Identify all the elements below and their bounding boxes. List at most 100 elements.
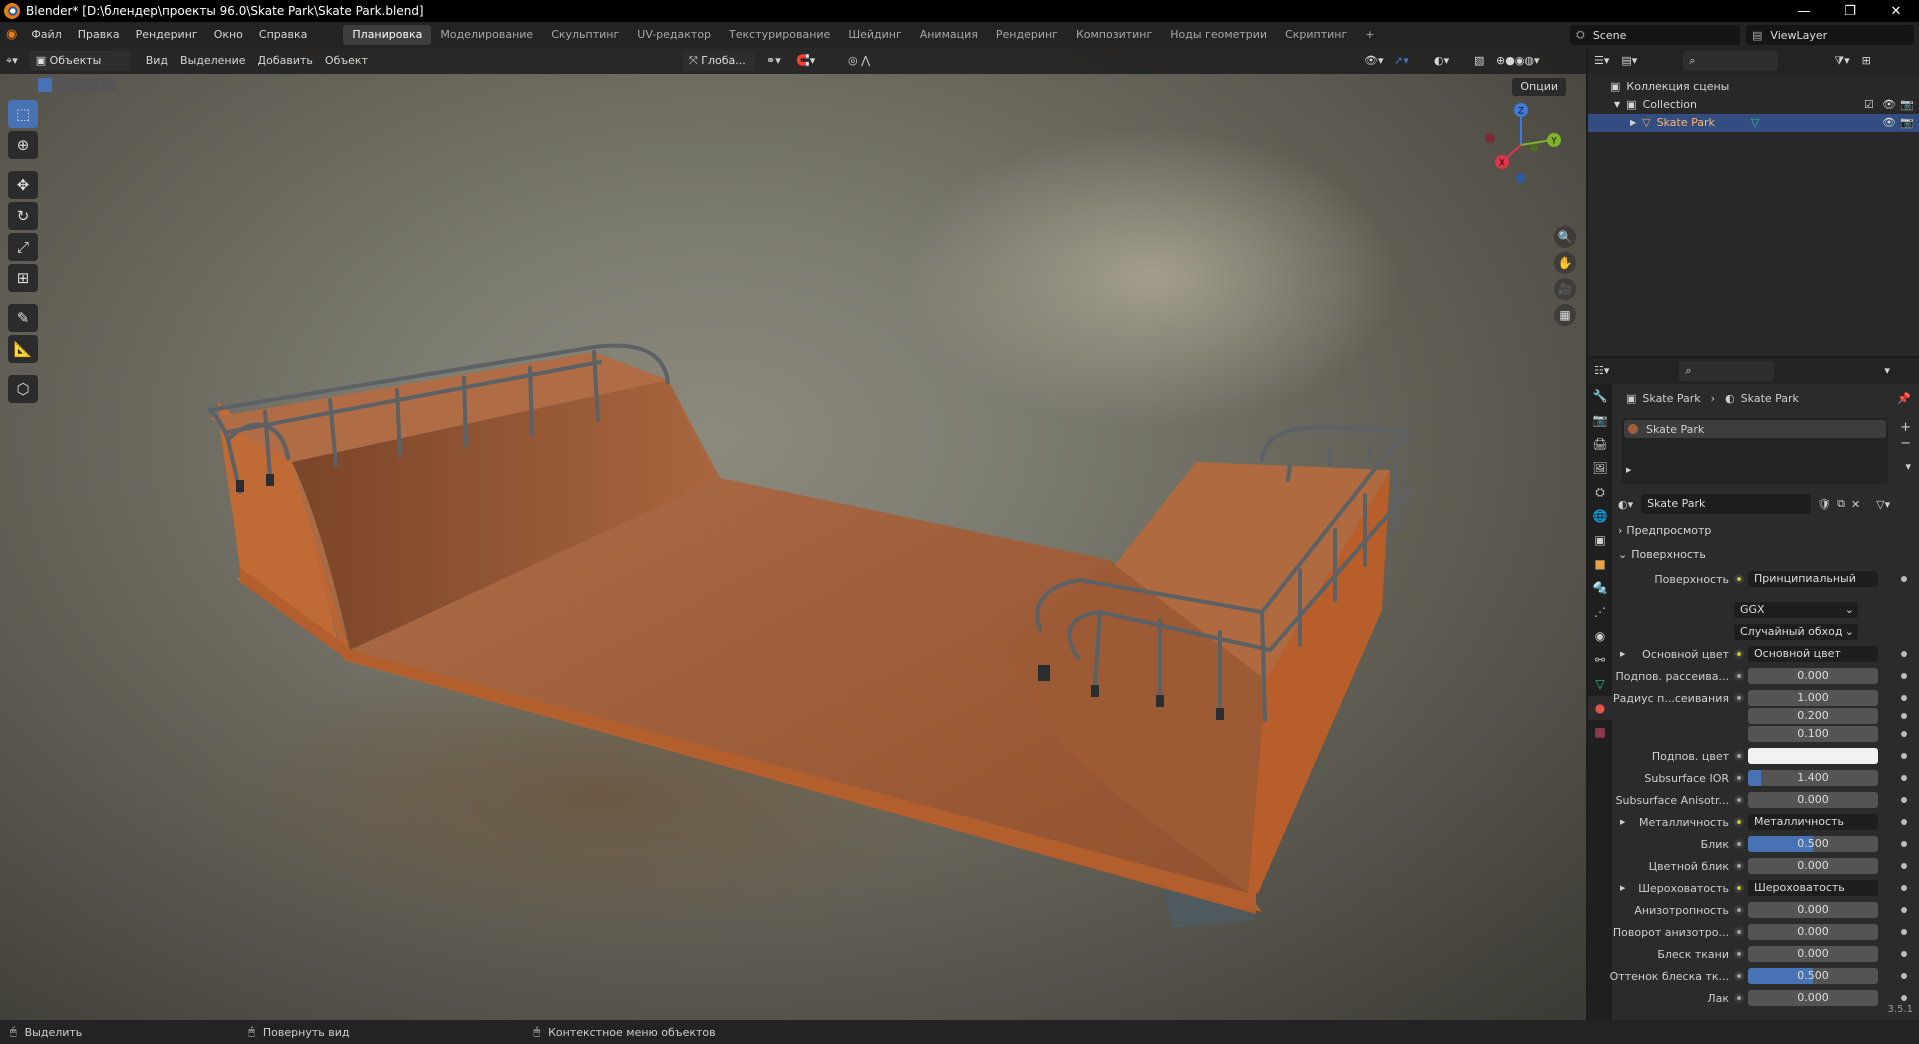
menu-edit[interactable]: Правка <box>70 25 128 45</box>
keyframe-dot-icon[interactable] <box>1901 907 1907 913</box>
new-collection-icon[interactable]: ⊞ <box>1856 51 1877 71</box>
close-button[interactable]: ✕ <box>1873 0 1919 22</box>
filter-icon[interactable]: ⧩▾ <box>1828 51 1855 71</box>
socket-link-icon[interactable] <box>1734 795 1744 805</box>
scene-selector[interactable]: ⛭ Scene <box>1570 25 1740 45</box>
dropdown-field[interactable]: Металличность <box>1748 814 1878 830</box>
color-swatch[interactable] <box>1748 748 1878 764</box>
object-visibility-icon[interactable]: 👁 <box>1882 114 1896 132</box>
keyframe-dot-icon[interactable] <box>1901 753 1907 759</box>
pan-hand-icon[interactable]: ✋ <box>1554 252 1576 274</box>
object-tab-icon[interactable]: ■ <box>1588 552 1612 576</box>
menu-help[interactable]: Справка <box>251 25 315 45</box>
proportional-edit-icon[interactable]: ◎ ⋀ <box>842 51 876 71</box>
number-slider[interactable]: 0.100 <box>1748 726 1878 742</box>
outliner-editor-type-icon[interactable]: ☰▾ <box>1588 51 1615 71</box>
socket-link-icon[interactable] <box>1734 905 1744 915</box>
menu-view[interactable]: Вид <box>140 51 174 71</box>
material-browse-icon[interactable]: ◐▾ <box>1618 498 1633 511</box>
menu-add[interactable]: Добавить <box>252 51 319 71</box>
measure-tool-icon[interactable]: 📐 <box>8 335 38 363</box>
select-new-icon[interactable] <box>38 78 52 92</box>
keyframe-dot-icon[interactable] <box>1901 695 1907 701</box>
scale-tool-icon[interactable]: ⤢ <box>8 233 38 261</box>
dropdown-field[interactable]: GGX ⌄ <box>1734 602 1858 618</box>
dropdown-field[interactable]: Основной цвет <box>1748 646 1878 662</box>
world-tab-icon[interactable]: 🌐 <box>1588 504 1612 528</box>
options-dropdown[interactable]: Опции <box>1512 78 1566 96</box>
keyframe-dot-icon[interactable] <box>1901 951 1907 957</box>
tab-texture-paint[interactable]: Текстурирование <box>720 25 839 45</box>
transform-tool-icon[interactable]: ⊞ <box>8 264 38 292</box>
expand-arrow-icon[interactable]: ▶ <box>1620 884 1625 892</box>
add-cube-tool-icon[interactable]: ⬡ <box>8 375 38 403</box>
slot-specials-icon[interactable]: ▾ <box>1905 460 1911 473</box>
transform-orientation-dropdown[interactable]: ⤧ Глоба... <box>683 51 755 71</box>
zoom-icon[interactable]: 🔍 <box>1554 226 1576 248</box>
scene-tab-icon[interactable]: ⛭ <box>1588 480 1612 504</box>
tab-layout[interactable]: Планировка <box>343 25 432 45</box>
cursor-tool-icon[interactable]: ⊕ <box>8 131 38 159</box>
visibility-icon[interactable]: 👁▾ <box>1358 51 1390 71</box>
physics-tab-icon[interactable]: ◉ <box>1588 624 1612 648</box>
tab-geometry-nodes[interactable]: Ноды геометрии <box>1161 25 1276 45</box>
slot-list-expand-icon[interactable]: ▶ <box>1626 466 1631 474</box>
number-slider[interactable]: 0.000 <box>1748 946 1878 962</box>
number-slider[interactable]: 1.400 <box>1748 770 1878 786</box>
keyframe-dot-icon[interactable] <box>1901 863 1907 869</box>
socket-link-icon[interactable] <box>1734 751 1744 761</box>
tab-animation[interactable]: Анимация <box>911 25 987 45</box>
socket-link-icon[interactable] <box>1734 671 1744 681</box>
modifier-tab-icon[interactable]: 🔩 <box>1588 576 1612 600</box>
material-tab-icon[interactable]: ● <box>1588 696 1612 720</box>
collection-render-icon[interactable]: 📷 <box>1900 96 1914 114</box>
socket-link-icon[interactable] <box>1734 883 1744 893</box>
select-invert-icon[interactable] <box>86 78 100 92</box>
material-slot-list[interactable]: Skate Park ▶ <box>1622 418 1888 484</box>
properties-options-icon[interactable]: ▾ <box>1878 361 1896 381</box>
tab-compositing[interactable]: Композитинг <box>1067 25 1161 45</box>
keyframe-dot-icon[interactable] <box>1901 995 1907 1001</box>
outliner-search-input[interactable]: ⌕ <box>1683 51 1779 71</box>
output-tab-icon[interactable]: 🖨 <box>1588 432 1612 456</box>
dropdown-field[interactable]: Принципиальный BSDF <box>1748 571 1878 587</box>
socket-link-icon[interactable] <box>1734 927 1744 937</box>
tab-shading[interactable]: Шейдинг <box>839 25 910 45</box>
number-slider[interactable]: 0.000 <box>1748 990 1878 1006</box>
expand-arrow-icon[interactable]: ▶ <box>1630 114 1636 132</box>
dropdown-field[interactable]: Случайный обход ⌄ <box>1734 624 1858 640</box>
socket-link-icon[interactable] <box>1734 861 1744 871</box>
keyframe-dot-icon[interactable] <box>1901 797 1907 803</box>
texture-tab-icon[interactable]: ▩ <box>1588 720 1612 744</box>
keyframe-dot-icon[interactable] <box>1901 651 1907 657</box>
keyframe-dot-icon[interactable] <box>1901 731 1907 737</box>
expand-arrow-icon[interactable]: ▼ <box>1614 96 1620 114</box>
socket-link-icon[interactable] <box>1734 693 1744 703</box>
material-slot-item[interactable]: Skate Park <box>1624 420 1886 438</box>
expand-arrow-icon[interactable]: ▶ <box>1620 818 1625 826</box>
unlink-material-icon[interactable]: ✕ <box>1851 498 1860 511</box>
exclude-checkbox-icon[interactable]: ☑ <box>1864 96 1874 114</box>
keyframe-dot-icon[interactable] <box>1901 841 1907 847</box>
dropdown-field[interactable]: Шероховатость <box>1748 880 1878 896</box>
view-layer-tab-icon[interactable]: 🖼 <box>1588 456 1612 480</box>
render-tab-icon[interactable]: 📷 <box>1588 408 1612 432</box>
xray-icon[interactable]: ▧ <box>1468 51 1490 71</box>
socket-link-icon[interactable] <box>1734 993 1744 1003</box>
number-slider[interactable]: 0.000 <box>1748 792 1878 808</box>
pivot-icon[interactable]: ⚭▾ <box>760 51 787 71</box>
skate-park-model[interactable] <box>0 48 1586 1020</box>
socket-link-icon[interactable] <box>1734 649 1744 659</box>
number-slider[interactable]: 0.000 <box>1748 924 1878 940</box>
3d-viewport[interactable]: ⌖▾ ▣ Объекты Вид Выделение Добавить Объе… <box>0 48 1586 1020</box>
particles-tab-icon[interactable]: ⋰ <box>1588 600 1612 624</box>
menu-render[interactable]: Рендеринг <box>128 25 206 45</box>
material-name-field[interactable]: Skate Park <box>1641 494 1812 514</box>
select-subtract-icon[interactable] <box>70 78 84 92</box>
socket-link-icon[interactable] <box>1734 773 1744 783</box>
keyframe-dot-icon[interactable] <box>1901 775 1907 781</box>
keyframe-dot-icon[interactable] <box>1901 819 1907 825</box>
viewlayer-selector[interactable]: ▤ ViewLayer <box>1746 25 1914 45</box>
shading-modes-icon[interactable]: ⊕●◉◍▾ <box>1490 51 1546 71</box>
select-box-tool-icon[interactable]: ⬚ <box>8 100 38 128</box>
